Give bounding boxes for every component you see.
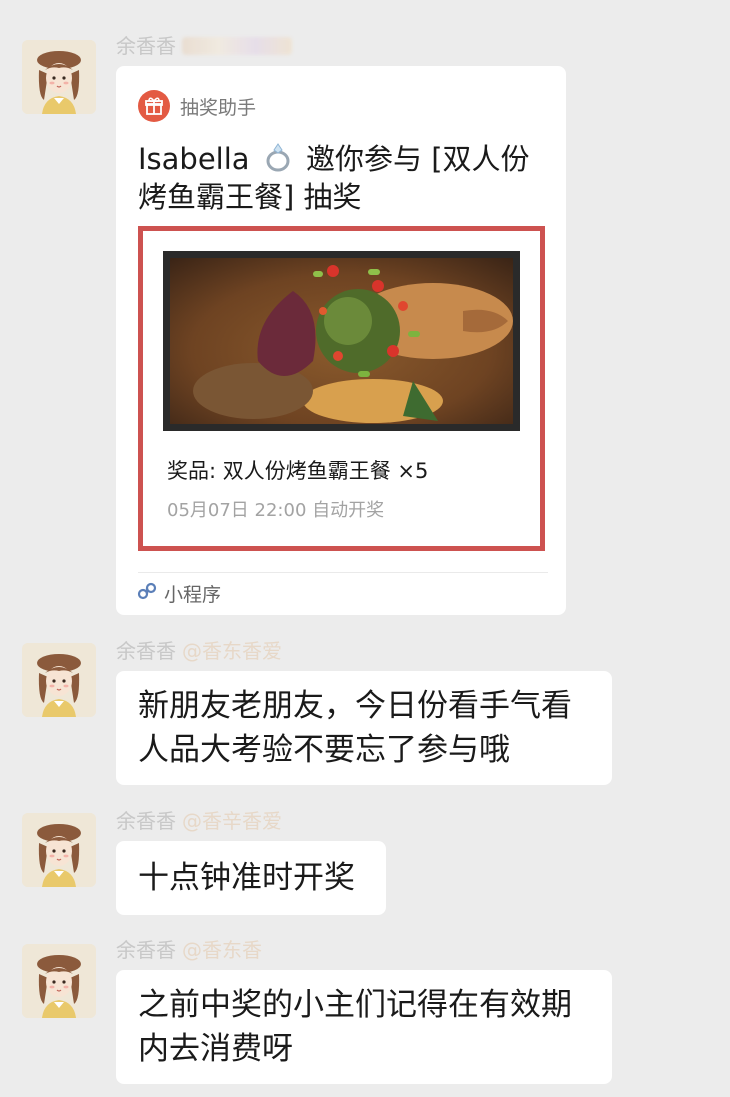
message-bubble[interactable]: 十点钟准时开奖: [116, 841, 386, 915]
ring-icon: [263, 141, 293, 173]
message-bubble[interactable]: 新朋友老朋友，今日份看手气看人品大考验不要忘了参与哦: [116, 671, 612, 785]
sender-name: 余香香 @香辛香爱: [116, 809, 282, 833]
blurred-tag: [182, 37, 292, 55]
sender-tag: @香辛香爱: [182, 809, 282, 833]
avatar[interactable]: [22, 40, 96, 114]
card-header: 抽奖助手: [138, 90, 256, 122]
sender-name: 余香香: [116, 32, 292, 60]
title-name: Isabella: [138, 142, 250, 176]
message-text: 新朋友老朋友，今日份看手气看人品大考验不要忘了参与哦: [138, 688, 572, 768]
message-text: 十点钟准时开奖: [138, 860, 355, 896]
gift-icon: [138, 90, 170, 122]
app-name: 抽奖助手: [180, 96, 257, 119]
avatar-girl-illustration: [22, 944, 96, 1018]
avatar-girl-illustration: [22, 40, 96, 114]
avatar[interactable]: [22, 643, 96, 717]
mini-program-card[interactable]: 抽奖助手 Isabella 邀你参与 [双人份烤鱼霸王餐] 抽奖 奖品: 双人份…: [116, 66, 566, 615]
message-bubble[interactable]: 之前中奖的小主们记得在有效期内去消费呀: [116, 970, 612, 1084]
card-footer: 小程序: [136, 580, 221, 606]
sender-name: 余香香 @香东香爱: [116, 639, 282, 663]
promo-panel[interactable]: 奖品: 双人份烤鱼霸王餐 ×5 05月07日 22:00 自动开奖: [138, 226, 545, 551]
mini-program-label: 小程序: [164, 583, 222, 606]
avatar[interactable]: [22, 813, 96, 887]
draw-time: 05月07日 22:00 自动开奖: [167, 500, 385, 521]
card-title: Isabella 邀你参与 [双人份烤鱼霸王餐] 抽奖: [138, 140, 548, 216]
avatar[interactable]: [22, 944, 96, 1018]
card-divider: [138, 572, 548, 573]
sender-tag: @香东香: [182, 938, 262, 962]
avatar-girl-illustration: [22, 643, 96, 717]
message-text: 之前中奖的小主们记得在有效期内去消费呀: [138, 987, 572, 1067]
grilled-fish-photo: [163, 251, 520, 431]
prize-text: 奖品: 双人份烤鱼霸王餐 ×5: [167, 459, 429, 483]
mini-program-icon: [136, 580, 158, 606]
avatar-girl-illustration: [22, 813, 96, 887]
sender-tag: @香东香爱: [182, 639, 282, 663]
sender-name: 余香香 @香东香: [116, 938, 262, 962]
